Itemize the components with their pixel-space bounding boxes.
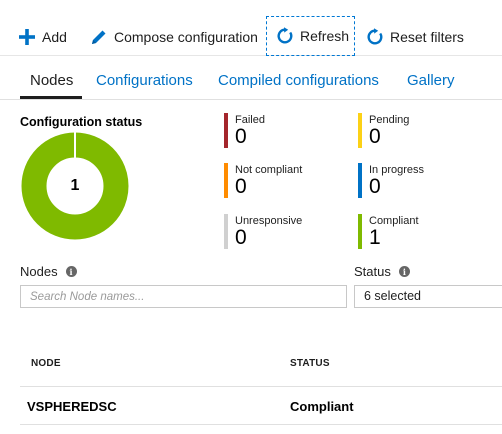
status-failed[interactable]: Failed 0 xyxy=(224,113,344,153)
column-header-status[interactable]: STATUS xyxy=(290,358,330,369)
active-tab-indicator xyxy=(20,96,82,99)
refresh-label: Refresh xyxy=(300,28,350,44)
in-progress-color-bar xyxy=(358,163,362,198)
status-total-count: 1 xyxy=(70,177,80,194)
not-compliant-count: 0 xyxy=(235,175,247,198)
tab-gallery[interactable]: Gallery xyxy=(407,72,455,89)
column-header-node[interactable]: NODE xyxy=(31,358,61,369)
configuration-status-title: Configuration status xyxy=(20,115,143,129)
tab-configurations[interactable]: Configurations xyxy=(96,72,193,89)
add-button-label: Add xyxy=(42,29,67,45)
pending-count: 0 xyxy=(369,125,381,148)
node-search-input[interactable] xyxy=(20,285,347,308)
reset-filters-label: Reset filters xyxy=(390,29,464,45)
tab-compiled-configurations[interactable]: Compiled configurations xyxy=(218,72,379,89)
tab-nodes[interactable]: Nodes xyxy=(30,72,73,89)
pencil-icon xyxy=(90,28,108,46)
command-bar: Add Compose configuration Refresh Reset … xyxy=(0,0,502,56)
nodes-filter-text: Nodes xyxy=(20,264,58,279)
status-compliant[interactable]: Compliant 1 xyxy=(358,214,478,254)
status-pending[interactable]: Pending 0 xyxy=(358,113,478,153)
not-compliant-color-bar xyxy=(224,163,228,198)
refresh-icon xyxy=(366,28,384,46)
compliant-color-bar xyxy=(358,214,362,249)
failed-count: 0 xyxy=(235,125,247,148)
failed-color-bar xyxy=(224,113,228,148)
status-filter-dropdown[interactable]: 6 selected xyxy=(354,285,502,308)
compose-configuration-label: Compose configuration xyxy=(114,29,258,45)
status-filter-text: Status xyxy=(354,264,391,279)
unresponsive-color-bar xyxy=(224,214,228,249)
node-name-cell: VSPHEREDSC xyxy=(27,399,117,414)
status-not-compliant[interactable]: Not compliant 0 xyxy=(224,163,344,203)
status-filter-label: Status i xyxy=(354,264,410,279)
reset-filters-button[interactable]: Reset filters xyxy=(366,18,464,56)
table-row[interactable]: VSPHEREDSC Compliant xyxy=(20,387,502,425)
node-status-cell: Compliant xyxy=(290,399,354,414)
refresh-button[interactable]: Refresh xyxy=(266,16,355,56)
status-unresponsive[interactable]: Unresponsive 0 xyxy=(224,214,344,254)
info-icon[interactable]: i xyxy=(65,266,77,277)
nodes-filter-label: Nodes i xyxy=(20,264,77,279)
status-in-progress[interactable]: In progress 0 xyxy=(358,163,478,203)
unresponsive-count: 0 xyxy=(235,226,247,249)
plus-icon xyxy=(18,28,36,46)
in-progress-count: 0 xyxy=(369,175,381,198)
info-icon[interactable]: i xyxy=(398,266,410,277)
refresh-icon xyxy=(276,27,294,45)
add-button[interactable]: Add xyxy=(18,18,67,56)
compliant-count: 1 xyxy=(369,226,381,249)
tab-bar: Nodes Configurations Compiled configurat… xyxy=(0,64,502,100)
pending-color-bar xyxy=(358,113,362,148)
compose-configuration-button[interactable]: Compose configuration xyxy=(90,18,258,56)
